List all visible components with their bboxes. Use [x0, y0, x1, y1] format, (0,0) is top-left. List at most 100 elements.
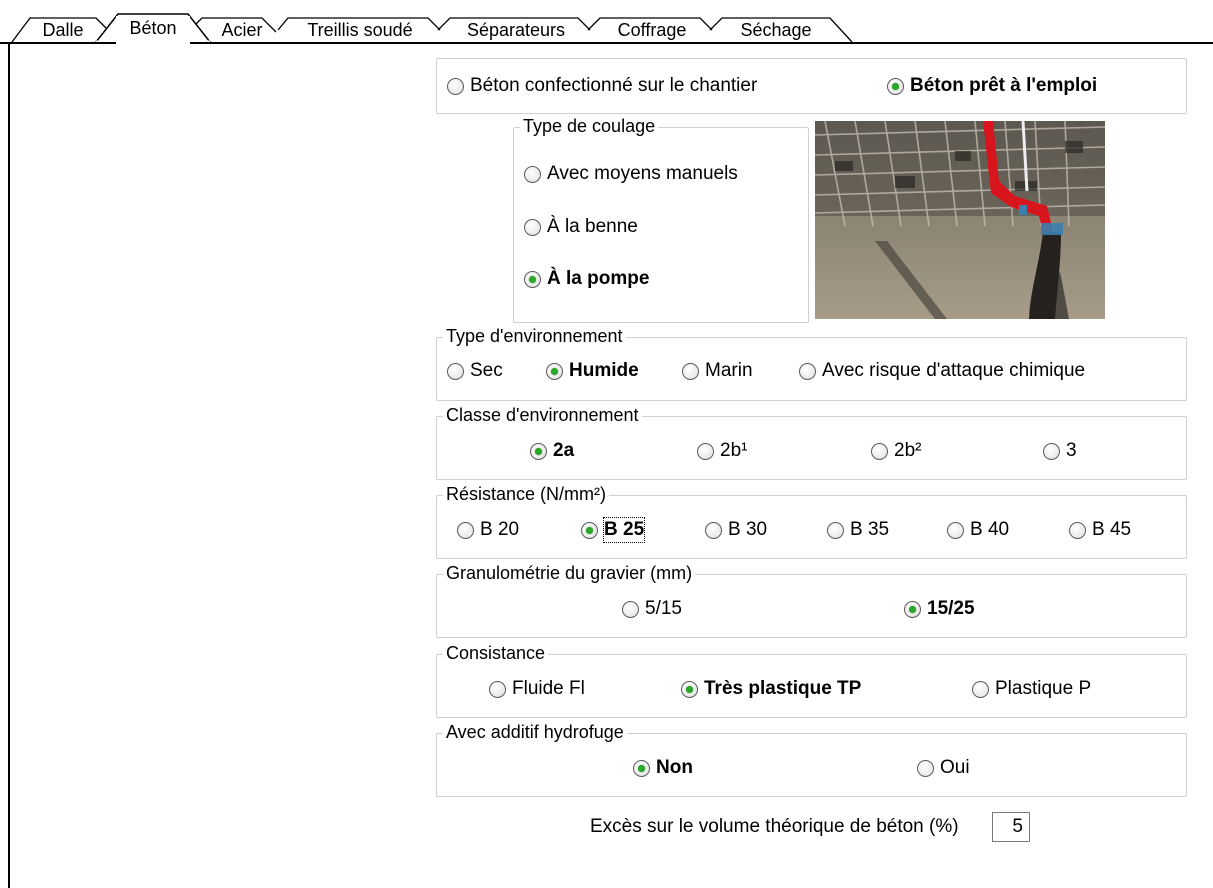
radio-moyens-manuels[interactable]: Avec moyens manuels: [524, 162, 738, 186]
pump-pouring-photo: [815, 121, 1105, 319]
excess-volume-label: Excès sur le volume théorique de béton (…: [590, 816, 959, 837]
radio-label: Très plastique TP: [704, 678, 862, 699]
radio-label: B 20: [480, 519, 520, 540]
radio-class-2b1[interactable]: 2b¹: [697, 439, 747, 463]
radio-env-humide[interactable]: Humide: [546, 359, 639, 383]
radio-label: 2b¹: [720, 440, 748, 461]
radio-b25[interactable]: B 25: [581, 517, 646, 543]
pouring-type-group: Type de coulage Avec moyens manuels À la…: [513, 115, 809, 323]
radio-beton-pret[interactable]: Béton prêt à l'emploi: [887, 74, 1097, 98]
radio-fluide[interactable]: Fluide Fl: [489, 677, 585, 701]
group-legend: Avec additif hydrofuge: [443, 721, 627, 743]
radio-label: B 35: [850, 519, 890, 540]
radio-label: B 40: [970, 519, 1010, 540]
consistency-group: Consistance Fluide Fl Très plastique TP …: [436, 642, 1187, 718]
tab-sechage[interactable]: Séchage: [722, 18, 830, 42]
group-legend: Type d'environnement: [443, 325, 626, 347]
radio-b35[interactable]: B 35: [827, 518, 889, 542]
radio-label: Marin: [705, 360, 753, 381]
radio-env-marin[interactable]: Marin: [682, 359, 753, 383]
radio-env-sec[interactable]: Sec: [447, 359, 503, 383]
radio-label: Avec moyens manuels: [547, 163, 738, 184]
radio-tres-plastique[interactable]: Très plastique TP: [681, 677, 861, 701]
radio-plastique[interactable]: Plastique P: [972, 677, 1091, 701]
radio-circle[interactable]: [524, 165, 541, 183]
radio-circle-selected[interactable]: [904, 600, 921, 618]
tab-coffrage[interactable]: Coffrage: [602, 18, 702, 42]
radio-label: B 45: [1092, 519, 1132, 540]
radio-label: Humide: [569, 360, 639, 381]
radio-label: 5/15: [645, 598, 682, 619]
radio-circle[interactable]: [972, 680, 989, 698]
radio-a-la-benne[interactable]: À la benne: [524, 215, 638, 239]
environment-class-group: Classe d'environnement 2a 2b¹ 2b² 3: [436, 404, 1187, 480]
radio-label: B 25: [602, 517, 646, 543]
radio-circle-selected[interactable]: [887, 77, 904, 95]
radio-circle[interactable]: [1043, 442, 1060, 460]
radio-circle[interactable]: [682, 362, 699, 380]
radio-class-2b2[interactable]: 2b²: [871, 439, 921, 463]
tab-strip: Dalle Béton Acier Treillis soudé Séparat…: [0, 0, 1213, 44]
group-legend: Classe d'environnement: [443, 404, 642, 426]
group-legend: Résistance (N/mm²): [443, 483, 610, 505]
radio-b45[interactable]: B 45: [1069, 518, 1131, 542]
tab-acier[interactable]: Acier: [210, 18, 274, 42]
radio-label: Plastique P: [995, 678, 1092, 699]
radio-circle-selected[interactable]: [546, 362, 563, 380]
radio-circle[interactable]: [871, 442, 888, 460]
radio-circle[interactable]: [524, 218, 541, 236]
radio-env-attaque-chimique[interactable]: Avec risque d'attaque chimique: [799, 359, 1085, 383]
tab-treillis-soude[interactable]: Treillis soudé: [290, 18, 430, 42]
radio-class-2a[interactable]: 2a: [530, 439, 574, 463]
tab-dalle[interactable]: Dalle: [30, 18, 96, 42]
radio-a-la-pompe[interactable]: À la pompe: [524, 267, 649, 291]
concrete-pump-image: [815, 121, 1105, 319]
strength-group: Résistance (N/mm²) B 20 B 25 B 30 B 35 B…: [436, 483, 1187, 559]
radio-hydrofuge-non[interactable]: Non: [633, 756, 693, 780]
radio-circle[interactable]: [947, 521, 964, 539]
group-legend: Granulométrie du gravier (mm): [443, 562, 696, 584]
excess-volume-input[interactable]: [992, 812, 1030, 842]
radio-circle[interactable]: [917, 759, 934, 777]
radio-label: Béton prêt à l'emploi: [910, 75, 1098, 96]
radio-b30[interactable]: B 30: [705, 518, 767, 542]
radio-circle[interactable]: [799, 362, 816, 380]
radio-circle[interactable]: [697, 442, 714, 460]
group-legend: Type de coulage: [520, 115, 659, 137]
radio-circle-selected[interactable]: [524, 270, 541, 288]
radio-circle[interactable]: [447, 362, 464, 380]
radio-b40[interactable]: B 40: [947, 518, 1009, 542]
radio-beton-chantier[interactable]: Béton confectionné sur le chantier: [447, 74, 757, 98]
radio-gravel-5-15[interactable]: 5/15: [622, 597, 682, 621]
radio-label: B 30: [728, 519, 768, 540]
radio-label: Béton confectionné sur le chantier: [470, 75, 758, 96]
radio-label: 2a: [553, 440, 575, 461]
radio-label: Fluide Fl: [512, 678, 585, 699]
radio-circle-selected[interactable]: [633, 759, 650, 777]
gravel-size-group: Granulométrie du gravier (mm) 5/15 15/25: [436, 562, 1187, 638]
radio-label: 15/25: [927, 598, 975, 619]
radio-label: Sec: [470, 360, 503, 381]
radio-circle[interactable]: [827, 521, 844, 539]
radio-label: Avec risque d'attaque chimique: [822, 360, 1086, 381]
radio-circle[interactable]: [457, 521, 474, 539]
radio-circle[interactable]: [705, 521, 722, 539]
radio-b20[interactable]: B 20: [457, 518, 519, 542]
radio-circle[interactable]: [489, 680, 506, 698]
radio-hydrofuge-oui[interactable]: Oui: [917, 756, 970, 780]
radio-circle-selected[interactable]: [581, 521, 598, 539]
radio-label: À la pompe: [547, 268, 650, 289]
page-left-border: [8, 42, 10, 888]
radio-gravel-15-25[interactable]: 15/25: [904, 597, 975, 621]
radio-class-3[interactable]: 3: [1043, 439, 1077, 463]
radio-circle-selected[interactable]: [530, 442, 547, 460]
radio-circle[interactable]: [622, 600, 639, 618]
radio-circle-selected[interactable]: [681, 680, 698, 698]
radio-circle[interactable]: [447, 77, 464, 95]
tab-beton[interactable]: Béton: [116, 16, 190, 44]
radio-circle[interactable]: [1069, 521, 1086, 539]
radio-label: 2b²: [894, 440, 922, 461]
radio-label: À la benne: [547, 216, 638, 237]
radio-label: 3: [1066, 440, 1077, 461]
tab-separateurs[interactable]: Séparateurs: [452, 18, 580, 42]
